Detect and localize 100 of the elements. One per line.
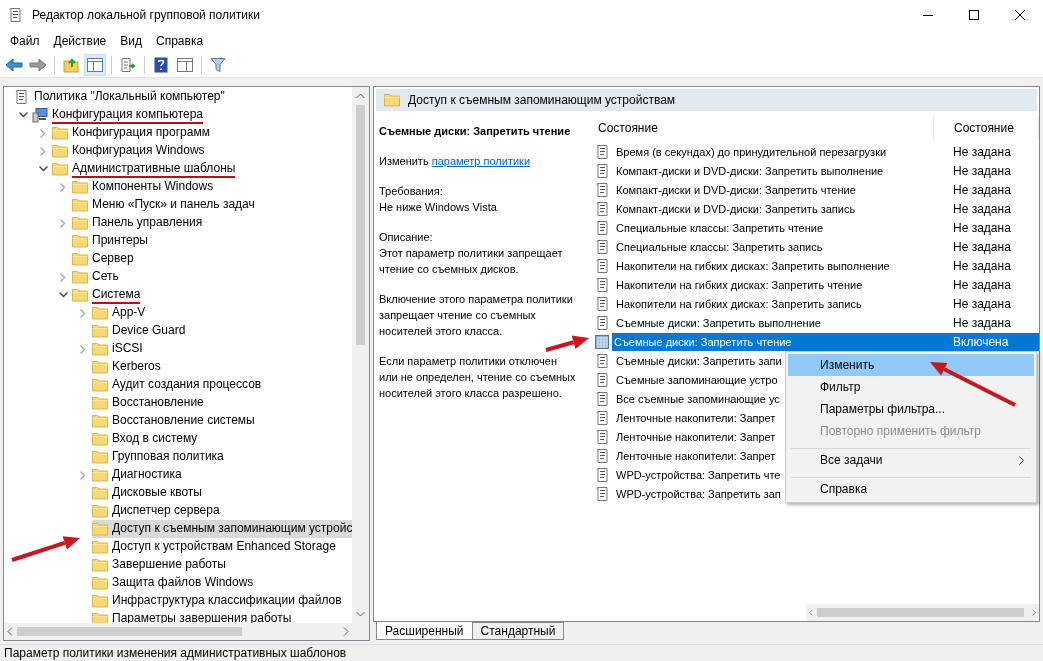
- context-menu-item[interactable]: Все задачи: [788, 449, 1034, 471]
- expand-chevron-icon[interactable]: [58, 292, 68, 298]
- tree-item[interactable]: iSCSI: [92, 340, 147, 358]
- vertical-scrollbar[interactable]: [352, 87, 369, 623]
- policy-row[interactable]: Накопители на гибких дисках: Запретить запись Не задана: [614, 294, 1039, 313]
- view-tab[interactable]: Стандартный: [471, 622, 565, 640]
- policy-name: Накопители на гибких дисках: Запретить выполнение: [615, 259, 890, 272]
- collapse-chevron-icon[interactable]: [60, 182, 66, 192]
- policy-name: Специальные классы: Запретить чтение: [615, 221, 824, 234]
- policy-setting-link[interactable]: параметр политики: [431, 155, 531, 167]
- policy-row[interactable]: Специальные классы: Запретить запись Не задана: [614, 237, 1039, 256]
- policy-name: Компакт-диски и DVD-диски: Запретить выполнение: [615, 164, 884, 177]
- context-menu-item[interactable]: Изменить: [788, 354, 1034, 376]
- context-menu-item[interactable]: Параметры фильтра...: [788, 398, 1034, 420]
- tree-item[interactable]: Device Guard: [92, 322, 190, 340]
- tree-item[interactable]: Конфигурация программ: [52, 124, 214, 142]
- tree-label: Панель управления: [92, 214, 203, 231]
- column-header[interactable]: Состояние: [934, 116, 1039, 140]
- tree-item[interactable]: Принтеры: [72, 232, 152, 250]
- folder-icon: [92, 342, 108, 356]
- policy-title: Съемные диски: Запретить чтение: [379, 124, 571, 139]
- tree-label: iSCSI: [112, 340, 143, 357]
- tree-item[interactable]: Восстановление: [92, 394, 208, 412]
- context-menu-item[interactable]: Фильтр: [788, 376, 1034, 398]
- folder-icon: [92, 360, 108, 374]
- tree-item[interactable]: Восстановление системы: [92, 412, 259, 430]
- context-menu-item[interactable]: Справка: [788, 478, 1034, 500]
- tree-item[interactable]: Дисковые квоты: [92, 484, 206, 502]
- scroll-left-icon[interactable]: [809, 608, 814, 617]
- scroll-right-icon[interactable]: [343, 627, 349, 636]
- tree-label: Принтеры: [92, 232, 148, 249]
- tree-toggle-button[interactable]: [84, 53, 106, 76]
- tree-item[interactable]: Конфигурация Windows: [52, 142, 209, 160]
- tree-item[interactable]: Панель управления: [72, 214, 207, 232]
- tree-item[interactable]: Аудит создания процессов: [92, 376, 266, 394]
- collapse-chevron-icon[interactable]: [80, 344, 86, 354]
- tree-item[interactable]: Защита файлов Windows: [92, 574, 258, 592]
- menu-item[interactable]: Справка: [149, 34, 211, 48]
- scrollbar-thumb[interactable]: [17, 627, 242, 636]
- tree-item[interactable]: Компоненты Windows: [72, 178, 218, 196]
- folder-icon: [92, 378, 108, 392]
- scroll-left-icon[interactable]: [7, 627, 13, 636]
- scroll-down-icon[interactable]: [356, 611, 365, 617]
- tree-label: Система: [92, 286, 141, 304]
- column-header[interactable]: Состояние: [586, 116, 934, 140]
- policy-status: Не задана: [953, 239, 1012, 254]
- setting-icon: [595, 257, 611, 274]
- tree-item[interactable]: Диспетчер сервера: [92, 502, 224, 520]
- policy-status: Не задана: [953, 163, 1012, 178]
- setting-icon: [595, 219, 611, 236]
- tree-item[interactable]: Вход в систему: [92, 430, 202, 448]
- horizontal-scrollbar[interactable]: [4, 623, 352, 640]
- tree-item[interactable]: Меню «Пуск» и панель задач: [72, 196, 259, 214]
- setting-icon: [595, 200, 611, 217]
- policy-row[interactable]: Компакт-диски и DVD-диски: Запретить запись Не задана: [614, 199, 1039, 218]
- computer-icon: [32, 107, 48, 123]
- setting-icon: [595, 428, 611, 445]
- policy-row[interactable]: Накопители на гибких дисках: Запретить выполнение Не задана: [614, 256, 1039, 275]
- collapse-chevron-icon[interactable]: [80, 308, 86, 318]
- tree-item[interactable]: Завершение работы: [92, 556, 230, 574]
- policy-row[interactable]: Компакт-диски и DVD-диски: Запретить чтение Не задана: [614, 180, 1039, 199]
- policy-icon: [14, 89, 30, 105]
- tree-item[interactable]: Диагностика: [92, 466, 186, 484]
- menu-item[interactable]: Действие: [46, 34, 114, 48]
- setting-icon: [595, 314, 611, 331]
- setting-icon: [595, 466, 611, 483]
- policy-row[interactable]: Компакт-диски и DVD-диски: Запретить выполнение Не задана: [614, 161, 1039, 180]
- tree-item[interactable]: App-V: [92, 304, 150, 322]
- scrollbar-thumb[interactable]: [356, 105, 365, 345]
- tree-item[interactable]: Сервер: [72, 250, 138, 268]
- setting-enabled-icon: [595, 334, 609, 349]
- tree-item[interactable]: Kerberos: [92, 358, 165, 376]
- tree-item[interactable]: Сеть: [72, 268, 123, 286]
- tree-item[interactable]: Политика "Локальный компьютер": [14, 88, 229, 106]
- close-icon: [1015, 10, 1025, 20]
- scroll-up-icon[interactable]: [356, 93, 365, 99]
- setting-icon: [595, 162, 611, 179]
- horizontal-scrollbar[interactable]: [806, 604, 1039, 621]
- description-text: Не ниже Windows Vista: [379, 200, 497, 215]
- tree-label: Сеть: [92, 268, 119, 285]
- tree-item[interactable]: Система: [72, 286, 145, 304]
- expand-chevron-icon[interactable]: [38, 166, 48, 172]
- menu-item[interactable]: Файл: [3, 34, 47, 48]
- folder-icon: [92, 558, 108, 572]
- view-tab[interactable]: Расширенный: [376, 622, 473, 640]
- setting-icon: [595, 409, 611, 426]
- menu-item[interactable]: Вид: [113, 34, 149, 48]
- policy-row[interactable]: Съемные диски: Запретить выполнение Не задана: [614, 313, 1039, 332]
- expand-chevron-icon[interactable]: [18, 112, 28, 118]
- policy-row[interactable]: Накопители на гибких дисках: Запретить чтение Не задана: [614, 275, 1039, 294]
- collapse-chevron-icon[interactable]: [80, 470, 86, 480]
- app-icon: [8, 7, 24, 23]
- scrollbar-thumb[interactable]: [817, 608, 1024, 617]
- policy-row[interactable]: Съемные диски: Запретить чтение Включена: [612, 332, 1039, 351]
- policy-row[interactable]: Специальные классы: Запретить чтение Не задана: [614, 218, 1039, 237]
- collapse-chevron-icon[interactable]: [60, 218, 66, 228]
- policy-row[interactable]: Время (в секундах) до принудительной перезагрузки Не задана: [614, 142, 1039, 161]
- collapse-chevron-icon[interactable]: [60, 272, 66, 282]
- scroll-right-icon[interactable]: [1031, 608, 1036, 617]
- tree-item[interactable]: Групповая политика: [92, 448, 228, 466]
